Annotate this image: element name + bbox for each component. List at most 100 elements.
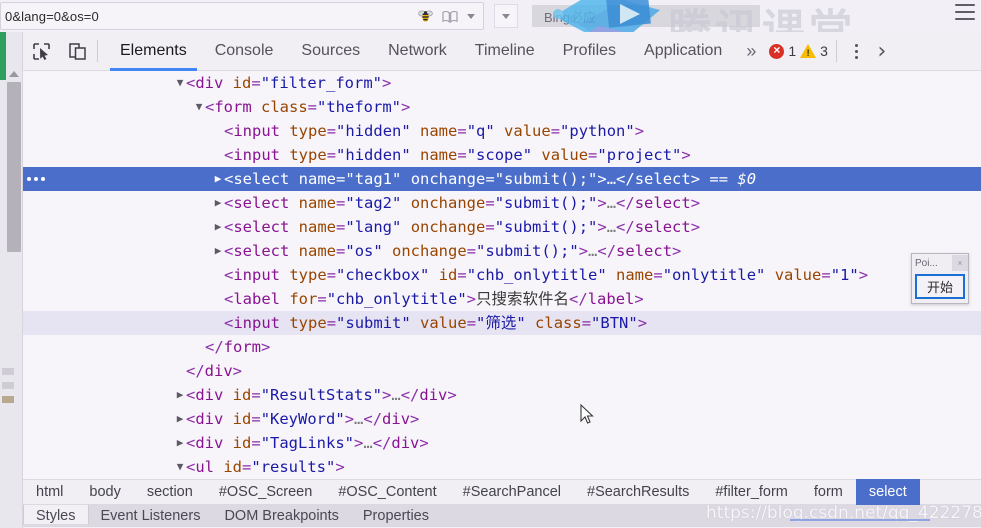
breadcrumb-item-body[interactable]: body <box>76 479 133 505</box>
tab-timeline[interactable]: Timeline <box>461 32 549 71</box>
chevron-down-icon[interactable] <box>467 13 475 19</box>
dom-token-attr: name <box>410 122 458 140</box>
dom-token-attr: class <box>525 314 582 332</box>
sidebar-tab-strip[interactable]: Styles Event Listeners DOM Breakpoints Prop… <box>23 505 981 527</box>
dom-node-row[interactable]: ·<input type="hidden" name="scope" value… <box>23 143 981 167</box>
more-tabs-button[interactable]: » <box>736 32 765 71</box>
sidebar-tab-event-listeners[interactable]: Event Listeners <box>89 505 213 524</box>
dom-node-row[interactable]: ·</div> <box>23 359 981 383</box>
node-badge-icon[interactable] <box>27 174 49 184</box>
dom-token-val: "theform" <box>317 98 402 116</box>
address-bar-text: 0&lang=0&os=0 <box>5 8 99 24</box>
dom-token-attr: id <box>223 434 252 452</box>
dom-token-br: = <box>457 122 467 140</box>
expand-triangle-right-icon[interactable]: ▶ <box>174 383 186 407</box>
toolbar-divider-2 <box>835 40 837 62</box>
close-icon[interactable]: × <box>952 255 968 271</box>
breadcrumb-item-form[interactable]: form <box>801 479 856 505</box>
breadcrumb-item-searchpancel[interactable]: #SearchPancel <box>450 479 574 505</box>
breadcrumb-item-osccontent[interactable]: #OSC_Content <box>325 479 449 505</box>
dom-node-row[interactable]: ▶ <div id="KeyWord">…</div> <box>23 407 981 431</box>
scroll-up-arrow-icon[interactable] <box>6 68 22 80</box>
expand-triangle-right-icon[interactable]: ▶ <box>212 239 224 263</box>
dom-node-row[interactable]: ▼ <ul id="results"> <box>23 455 981 479</box>
start-button[interactable]: 开始 <box>915 274 965 299</box>
dom-node-row[interactable]: ▶ <div id="TagLinks">…</div> <box>23 431 981 455</box>
dom-token-attr: type <box>280 266 327 284</box>
expand-triangle-down-icon[interactable]: ▼ <box>174 71 186 95</box>
dom-node-row[interactable]: ·</form> <box>23 335 981 359</box>
warning-count: 3 <box>820 43 828 59</box>
tab-application[interactable]: Application <box>630 32 736 71</box>
dom-node-row[interactable]: ▼ <form class="theform"> <box>23 95 981 119</box>
expand-triangle-right-icon[interactable]: ▶ <box>174 407 186 431</box>
hamburger-menu-icon[interactable] <box>955 4 975 20</box>
dom-token-val: "chb_onlytitle" <box>466 266 607 284</box>
dom-token-val: "hidden" <box>336 146 411 164</box>
sidebar-tab-dom-breakpoints[interactable]: DOM Breakpoints <box>212 505 350 524</box>
expand-triangle-right-icon[interactable]: ▶ <box>212 215 224 239</box>
expand-triangle-down-icon[interactable]: ▼ <box>174 455 186 479</box>
dom-token-br: </ <box>205 338 224 356</box>
tab-profiles[interactable]: Profiles <box>549 32 630 71</box>
dom-token-tag: ul <box>195 458 215 476</box>
dom-token-br: > <box>410 410 420 428</box>
expand-triangle-right-icon[interactable]: ▶ <box>212 167 224 191</box>
breadcrumb-item-searchresults[interactable]: #SearchResults <box>574 479 702 505</box>
expand-triangle-right-icon[interactable]: ▶ <box>212 191 224 215</box>
dom-node-row[interactable]: ▶ <select name="lang" onchange="submit();… <box>23 215 981 239</box>
dom-token-tag: input <box>233 314 281 332</box>
dom-node-row[interactable]: ▶ <div id="ResultStats">…</div> <box>23 383 981 407</box>
dom-token-br: > <box>690 170 701 188</box>
breadcrumb-item-select[interactable]: select <box>855 479 920 505</box>
chevron-right-icon[interactable]: › <box>869 32 895 71</box>
dom-token-tag: input <box>233 266 281 284</box>
dom-node-row[interactable]: ·<input type="checkbox" id="chb_onlytitl… <box>23 263 981 287</box>
dom-token-br: > <box>597 218 607 236</box>
breadcrumb-item-html[interactable]: html <box>23 479 76 505</box>
issues-counter-group[interactable]: × 1 ! 3 <box>769 43 828 59</box>
book-icon[interactable] <box>442 10 458 23</box>
breadcrumb-item-filterform[interactable]: #filter_form <box>702 479 801 505</box>
more-options-icon[interactable] <box>845 32 869 71</box>
dom-node-row-selected[interactable]: ▶ <select name="tag1" onchange="submit();… <box>23 167 981 191</box>
dom-node-row[interactable]: ·<input type="submit" value="筛选" class="… <box>23 311 981 335</box>
dom-token-br: < <box>205 98 215 116</box>
dom-node-row[interactable]: ·<input type="hidden" name="q" value="py… <box>23 119 981 143</box>
breadcrumb[interactable]: html body section #OSC_Screen #OSC_Content #S… <box>23 479 981 505</box>
dom-token-br: < <box>224 122 234 140</box>
tab-sources[interactable]: Sources <box>287 32 374 71</box>
tab-network[interactable]: Network <box>374 32 461 71</box>
dom-node-row[interactable]: ·<label for="chb_onlytitle">只搜索软件名</labe… <box>23 287 981 311</box>
scrollbar-thumb[interactable] <box>7 82 21 252</box>
dom-token-tag: div <box>195 434 224 452</box>
tab-console[interactable]: Console <box>201 32 288 71</box>
dom-node-row[interactable]: ▶ <select name="os" onchange="submit();">… <box>23 239 981 263</box>
page-scrollbar[interactable] <box>0 32 22 528</box>
page-accent-strip <box>0 32 6 80</box>
tab-elements[interactable]: Elements <box>106 32 201 71</box>
sidebar-tab-properties[interactable]: Properties <box>351 505 441 524</box>
address-bar[interactable]: 0&lang=0&os=0 <box>0 2 484 30</box>
expand-triangle-right-icon[interactable]: ▶ <box>174 431 186 455</box>
inspect-element-icon[interactable] <box>23 32 59 71</box>
bee-icon[interactable] <box>418 9 433 23</box>
dom-tree-panel[interactable]: ▼ <div id="filter_form"> ▼ <form class="the… <box>23 71 981 479</box>
dom-node-row[interactable]: ▶ <select name="tag2" onchange="submit();… <box>23 191 981 215</box>
search-engine-field[interactable]: Bing必应 <box>532 5 760 27</box>
dom-token-br: = <box>466 314 477 332</box>
address-dropdown-button[interactable] <box>494 4 518 28</box>
breadcrumb-item-section[interactable]: section <box>134 479 206 505</box>
dom-token-br: </ <box>400 386 420 404</box>
dom-token-br: > <box>858 266 869 284</box>
floating-popup[interactable]: Poi... × 开始 <box>911 253 969 304</box>
devtools-tab-strip: Elements Console Sources Network Timelin… <box>106 32 736 71</box>
expand-triangle-down-icon[interactable]: ▼ <box>193 95 205 119</box>
dom-token-br: > <box>672 242 682 260</box>
breadcrumb-item-oscscreen[interactable]: #OSC_Screen <box>206 479 326 505</box>
sidebar-tab-styles[interactable]: Styles <box>23 505 89 524</box>
popup-title-text: Poi... <box>915 257 938 269</box>
dom-token-attr: id <box>223 410 252 428</box>
device-toolbar-icon[interactable] <box>59 32 95 71</box>
dom-node-row[interactable]: ▼ <div id="filter_form"> <box>23 71 981 95</box>
